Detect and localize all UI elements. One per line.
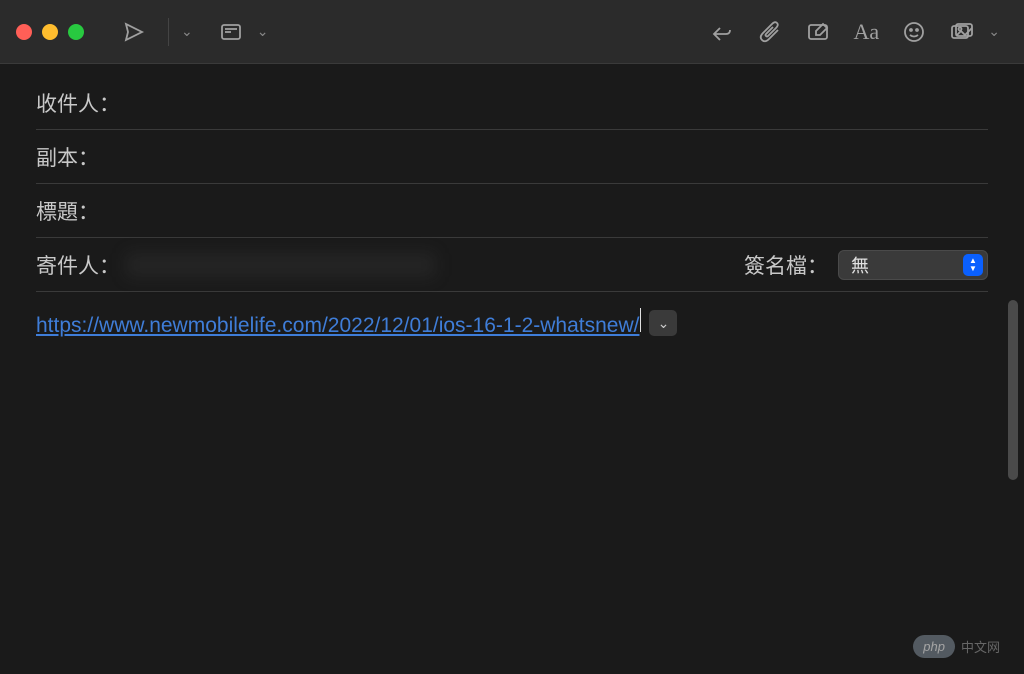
link-expand-button[interactable]: ⌄ — [649, 310, 677, 336]
send-icon[interactable] — [116, 14, 152, 50]
header-dropdown-icon[interactable]: ⌄ — [257, 23, 269, 40]
subject-field-row[interactable]: 標題： — [36, 184, 988, 238]
select-arrows-icon: ▲▼ — [963, 254, 983, 276]
watermark-badge: php — [913, 635, 955, 658]
photo-icon[interactable] — [944, 14, 980, 50]
to-field-row[interactable]: 收件人： — [36, 76, 988, 130]
attachment-icon[interactable] — [752, 14, 788, 50]
to-label: 收件人： — [36, 88, 126, 118]
from-field-row[interactable]: 寄件人： 簽名檔： 無 ▲▼ — [36, 238, 988, 292]
signature-select[interactable]: 無 ▲▼ — [838, 250, 988, 280]
header-fields: 收件人： 副本： 標題： 寄件人： 簽名檔： 無 ▲▼ — [0, 64, 1024, 292]
send-options-dropdown-icon[interactable]: ⌄ — [181, 23, 193, 40]
photo-dropdown-icon[interactable]: ⌄ — [988, 23, 1000, 40]
minimize-window-button[interactable] — [42, 24, 58, 40]
watermark-text: 中文网 — [961, 637, 1000, 656]
subject-label: 標題： — [36, 196, 126, 226]
text-caret — [640, 308, 641, 332]
cc-field-row[interactable]: 副本： — [36, 130, 988, 184]
chevron-down-icon: ⌄ — [658, 315, 670, 332]
maximize-window-button[interactable] — [68, 24, 84, 40]
from-label: 寄件人： — [36, 250, 126, 280]
signature-label: 簽名檔： — [744, 250, 828, 280]
compose-body[interactable]: https://www.newmobilelife.com/2022/12/01… — [0, 292, 1024, 354]
scrollbar-thumb[interactable] — [1008, 300, 1018, 480]
cc-label: 副本： — [36, 142, 126, 172]
toolbar-divider — [168, 18, 169, 46]
format-text-icon[interactable]: Aa — [848, 14, 884, 50]
titlebar: ⌄ ⌄ Aa ⌄ — [0, 0, 1024, 64]
close-window-button[interactable] — [16, 24, 32, 40]
markup-icon[interactable] — [800, 14, 836, 50]
watermark: php 中文网 — [913, 635, 1000, 658]
compose-link[interactable]: https://www.newmobilelife.com/2022/12/01… — [36, 314, 639, 337]
list-header-icon[interactable] — [213, 14, 249, 50]
reply-icon[interactable] — [704, 14, 740, 50]
scrollbar[interactable] — [1008, 300, 1020, 500]
from-value-redacted — [126, 253, 435, 277]
window-controls — [16, 24, 84, 40]
signature-select-value: 無 — [851, 252, 869, 278]
emoji-icon[interactable] — [896, 14, 932, 50]
